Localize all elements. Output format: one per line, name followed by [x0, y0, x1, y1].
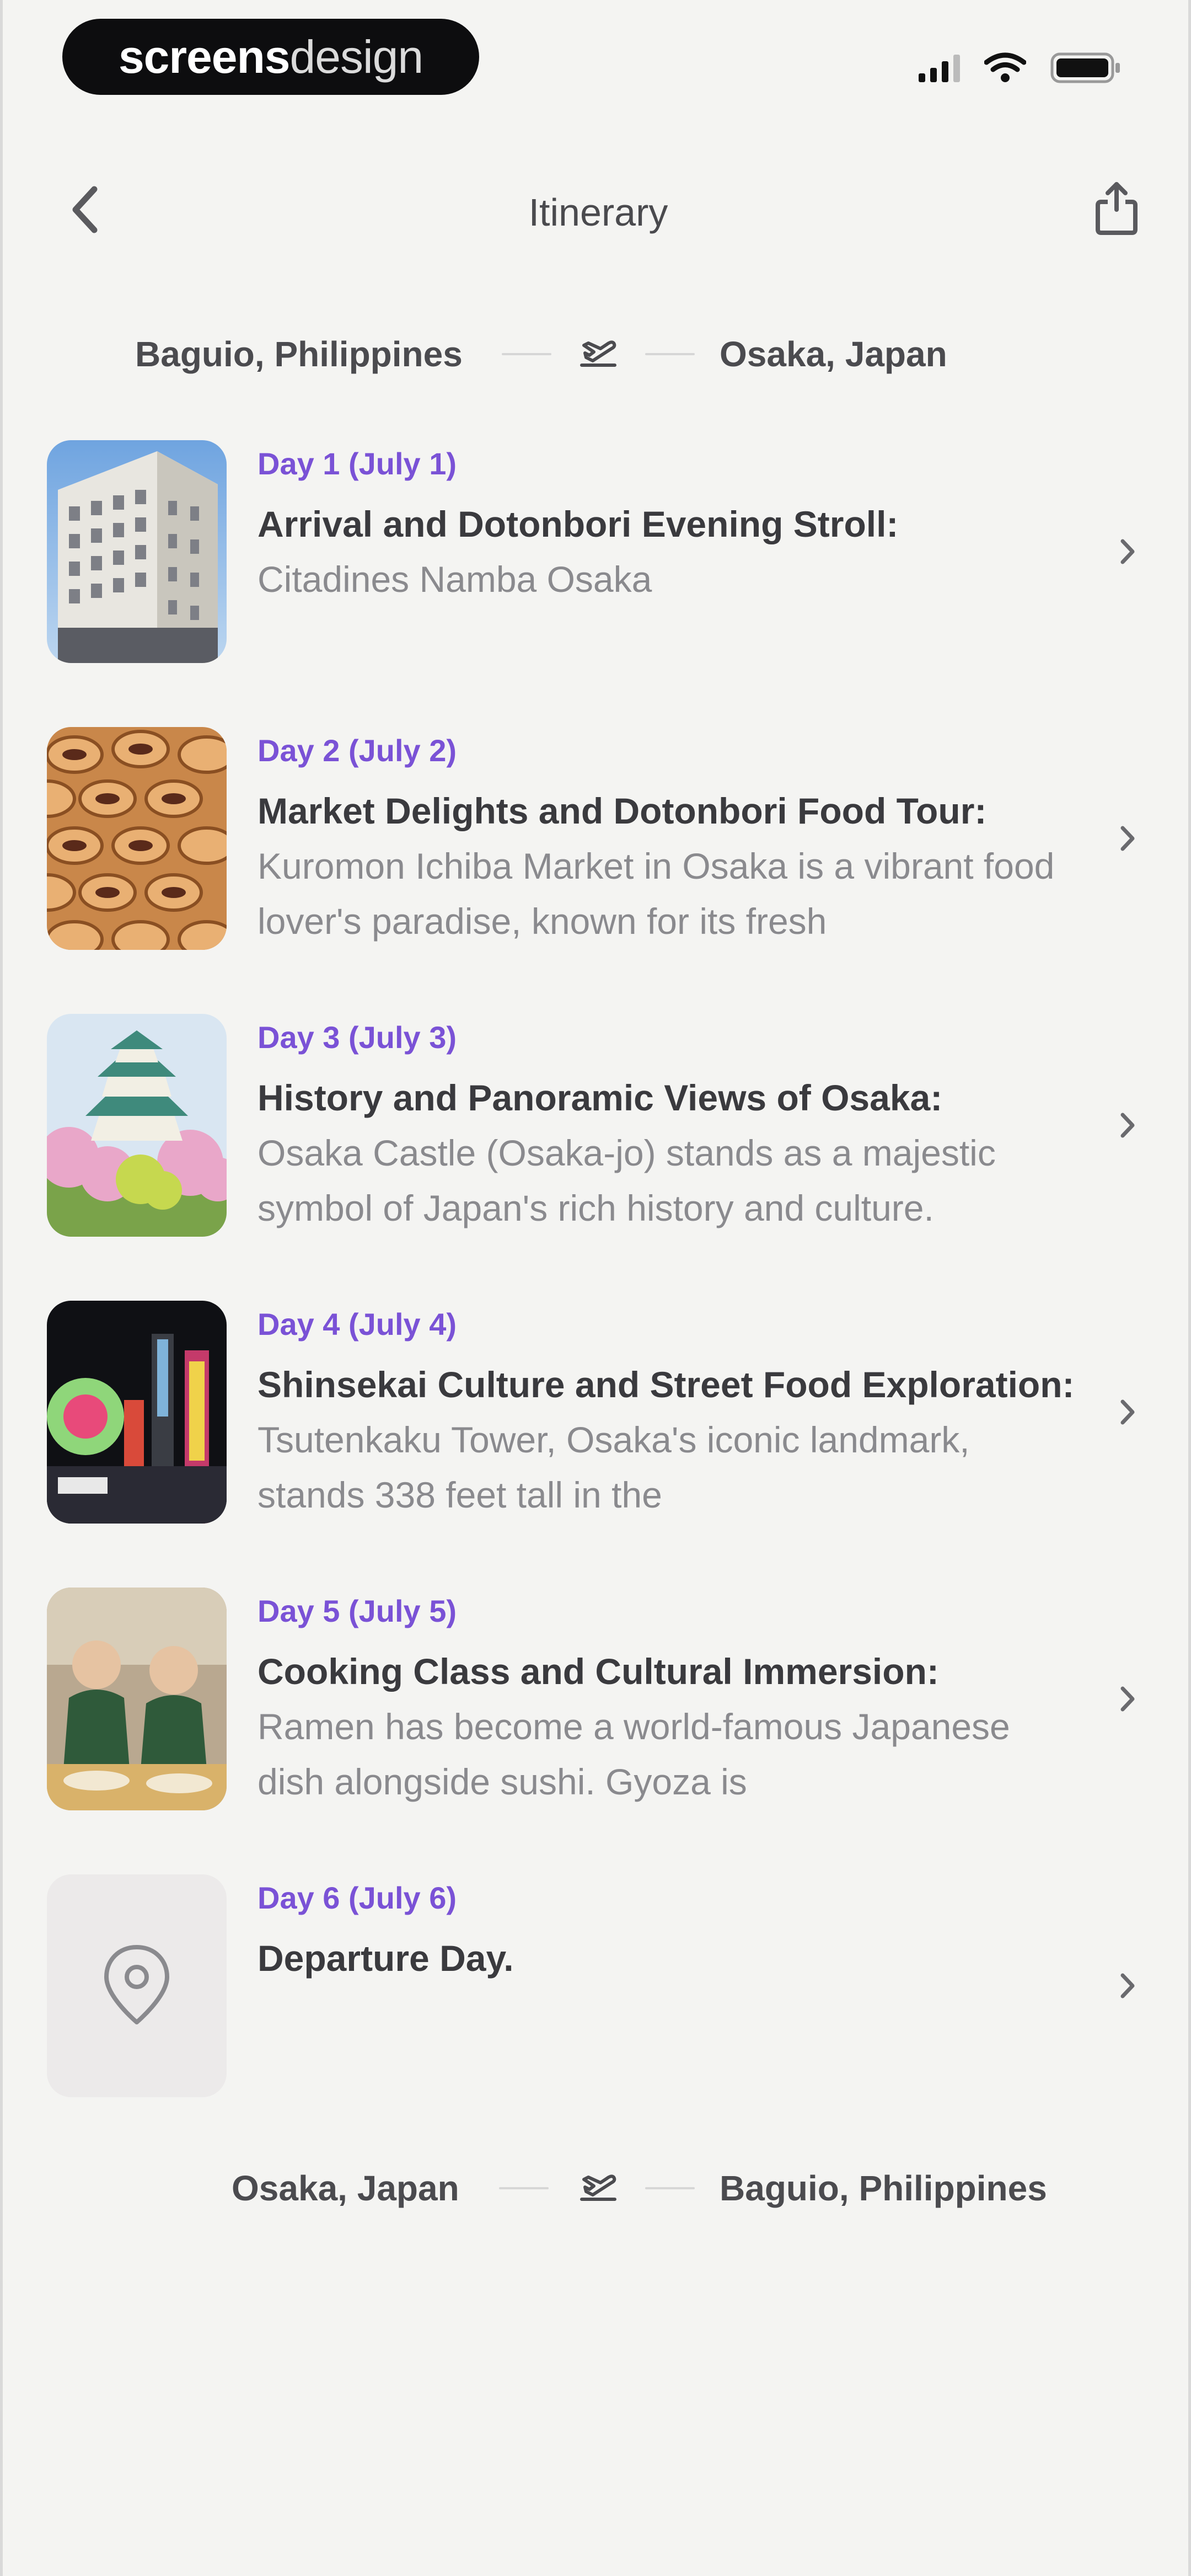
day-title: Market Delights and Dotonbori Food Tour: [257, 790, 987, 831]
day-label: Day 2 (July 2) [257, 733, 457, 768]
day-summary: Citadines Namba Osaka [257, 559, 652, 600]
day-summary: Kuromon Ichiba Market in Osaka is a vibr… [257, 846, 1055, 942]
status-bar: screens design [3, 0, 1191, 116]
cellular-signal-icon [919, 54, 960, 82]
day-label: Day 5 (July 5) [257, 1594, 457, 1628]
day-description: Departure Day. [257, 1931, 1079, 1986]
logo-text-light: design [289, 30, 424, 83]
chevron-right-icon [1111, 1103, 1144, 1147]
chevron-right-icon [1111, 1390, 1144, 1434]
destination-city: Baguio, Philippines [720, 2168, 1047, 2208]
shinsekai-night-photo [47, 1301, 227, 1524]
day-label: Day 4 (July 4) [257, 1307, 457, 1342]
day-item-6[interactable]: Day 6 (July 6) Departure Day. [3, 1853, 1191, 2097]
chevron-right-icon [1111, 816, 1144, 861]
plane-icon [573, 329, 623, 379]
day-summary: Tsutenkaku Tower, Osaka's iconic landmar… [257, 1419, 970, 1515]
day-description: Shinsekai Culture and Street Food Explor… [257, 1357, 1079, 1522]
day-item-4[interactable]: Day 4 (July 4) Shinsekai Culture and Str… [3, 1280, 1191, 1524]
origin-city: Osaka, Japan [232, 2168, 459, 2208]
day-description: History and Panoramic Views of Osaka: Osa… [257, 1070, 1079, 1236]
app-screen: screens design Itinerary Baguio, Philipp… [0, 0, 1191, 2576]
screensdesign-logo: screens design [62, 19, 479, 95]
chevron-right-icon [1111, 1964, 1144, 2008]
battery-icon [1050, 52, 1120, 83]
location-pin-icon [104, 1945, 169, 2024]
page-title: Itinerary [528, 191, 668, 234]
route-divider [645, 353, 695, 355]
cooking-class-photo [47, 1588, 227, 1810]
day-title: Shinsekai Culture and Street Food Explor… [257, 1364, 1075, 1405]
route-divider [645, 2187, 695, 2189]
route-divider [499, 2187, 549, 2189]
day-summary: Ramen has become a world-famous Japanese… [257, 1706, 1010, 1802]
chevron-right-icon [1111, 1677, 1144, 1721]
day-summary: Osaka Castle (Osaka-jo) stands as a maje… [257, 1132, 996, 1228]
day-label: Day 6 (July 6) [257, 1880, 457, 1915]
day-item-1[interactable]: Day 1 (July 1) Arrival and Dotonbori Eve… [3, 419, 1191, 663]
logo-text-bold: screens [118, 30, 291, 83]
day-description: Cooking Class and Cultural Immersion: Ram… [257, 1644, 1079, 1809]
share-button[interactable] [1089, 181, 1144, 236]
plane-icon [573, 2163, 623, 2213]
day-item-5[interactable]: Day 5 (July 5) Cooking Class and Cultura… [3, 1567, 1191, 1810]
outbound-flight-route: Baguio, Philippines Osaka, Japan [3, 323, 1191, 383]
day-item-2[interactable]: Day 2 (July 2) Market Delights and Doton… [3, 706, 1191, 950]
share-icon [1096, 182, 1138, 235]
system-icons [919, 49, 1122, 87]
chevron-right-icon [1111, 530, 1144, 574]
day-title: Cooking Class and Cultural Immersion: [257, 1651, 939, 1692]
day-title: Arrival and Dotonbori Evening Stroll: [257, 504, 899, 544]
day-description: Market Delights and Dotonbori Food Tour:… [257, 783, 1079, 949]
navigation-bar: Itinerary [3, 165, 1191, 254]
day-item-3[interactable]: Day 3 (July 3) History and Panoramic Vie… [3, 993, 1191, 1237]
osaka-castle-photo [47, 1014, 227, 1237]
return-flight-route: Osaka, Japan Baguio, Philippines [3, 2157, 1191, 2217]
hotel-building-photo [47, 440, 227, 663]
day-title: Departure Day. [257, 1938, 514, 1979]
route-divider [502, 353, 551, 355]
origin-city: Baguio, Philippines [135, 334, 463, 374]
day-description: Arrival and Dotonbori Evening Stroll: Cit… [257, 496, 1079, 607]
location-placeholder [47, 1874, 227, 2097]
wifi-icon [984, 52, 1026, 82]
market-food-photo [47, 727, 227, 950]
day-label: Day 1 (July 1) [257, 446, 457, 481]
day-title: History and Panoramic Views of Osaka: [257, 1077, 943, 1118]
day-label: Day 3 (July 3) [257, 1020, 457, 1055]
destination-city: Osaka, Japan [720, 334, 947, 374]
